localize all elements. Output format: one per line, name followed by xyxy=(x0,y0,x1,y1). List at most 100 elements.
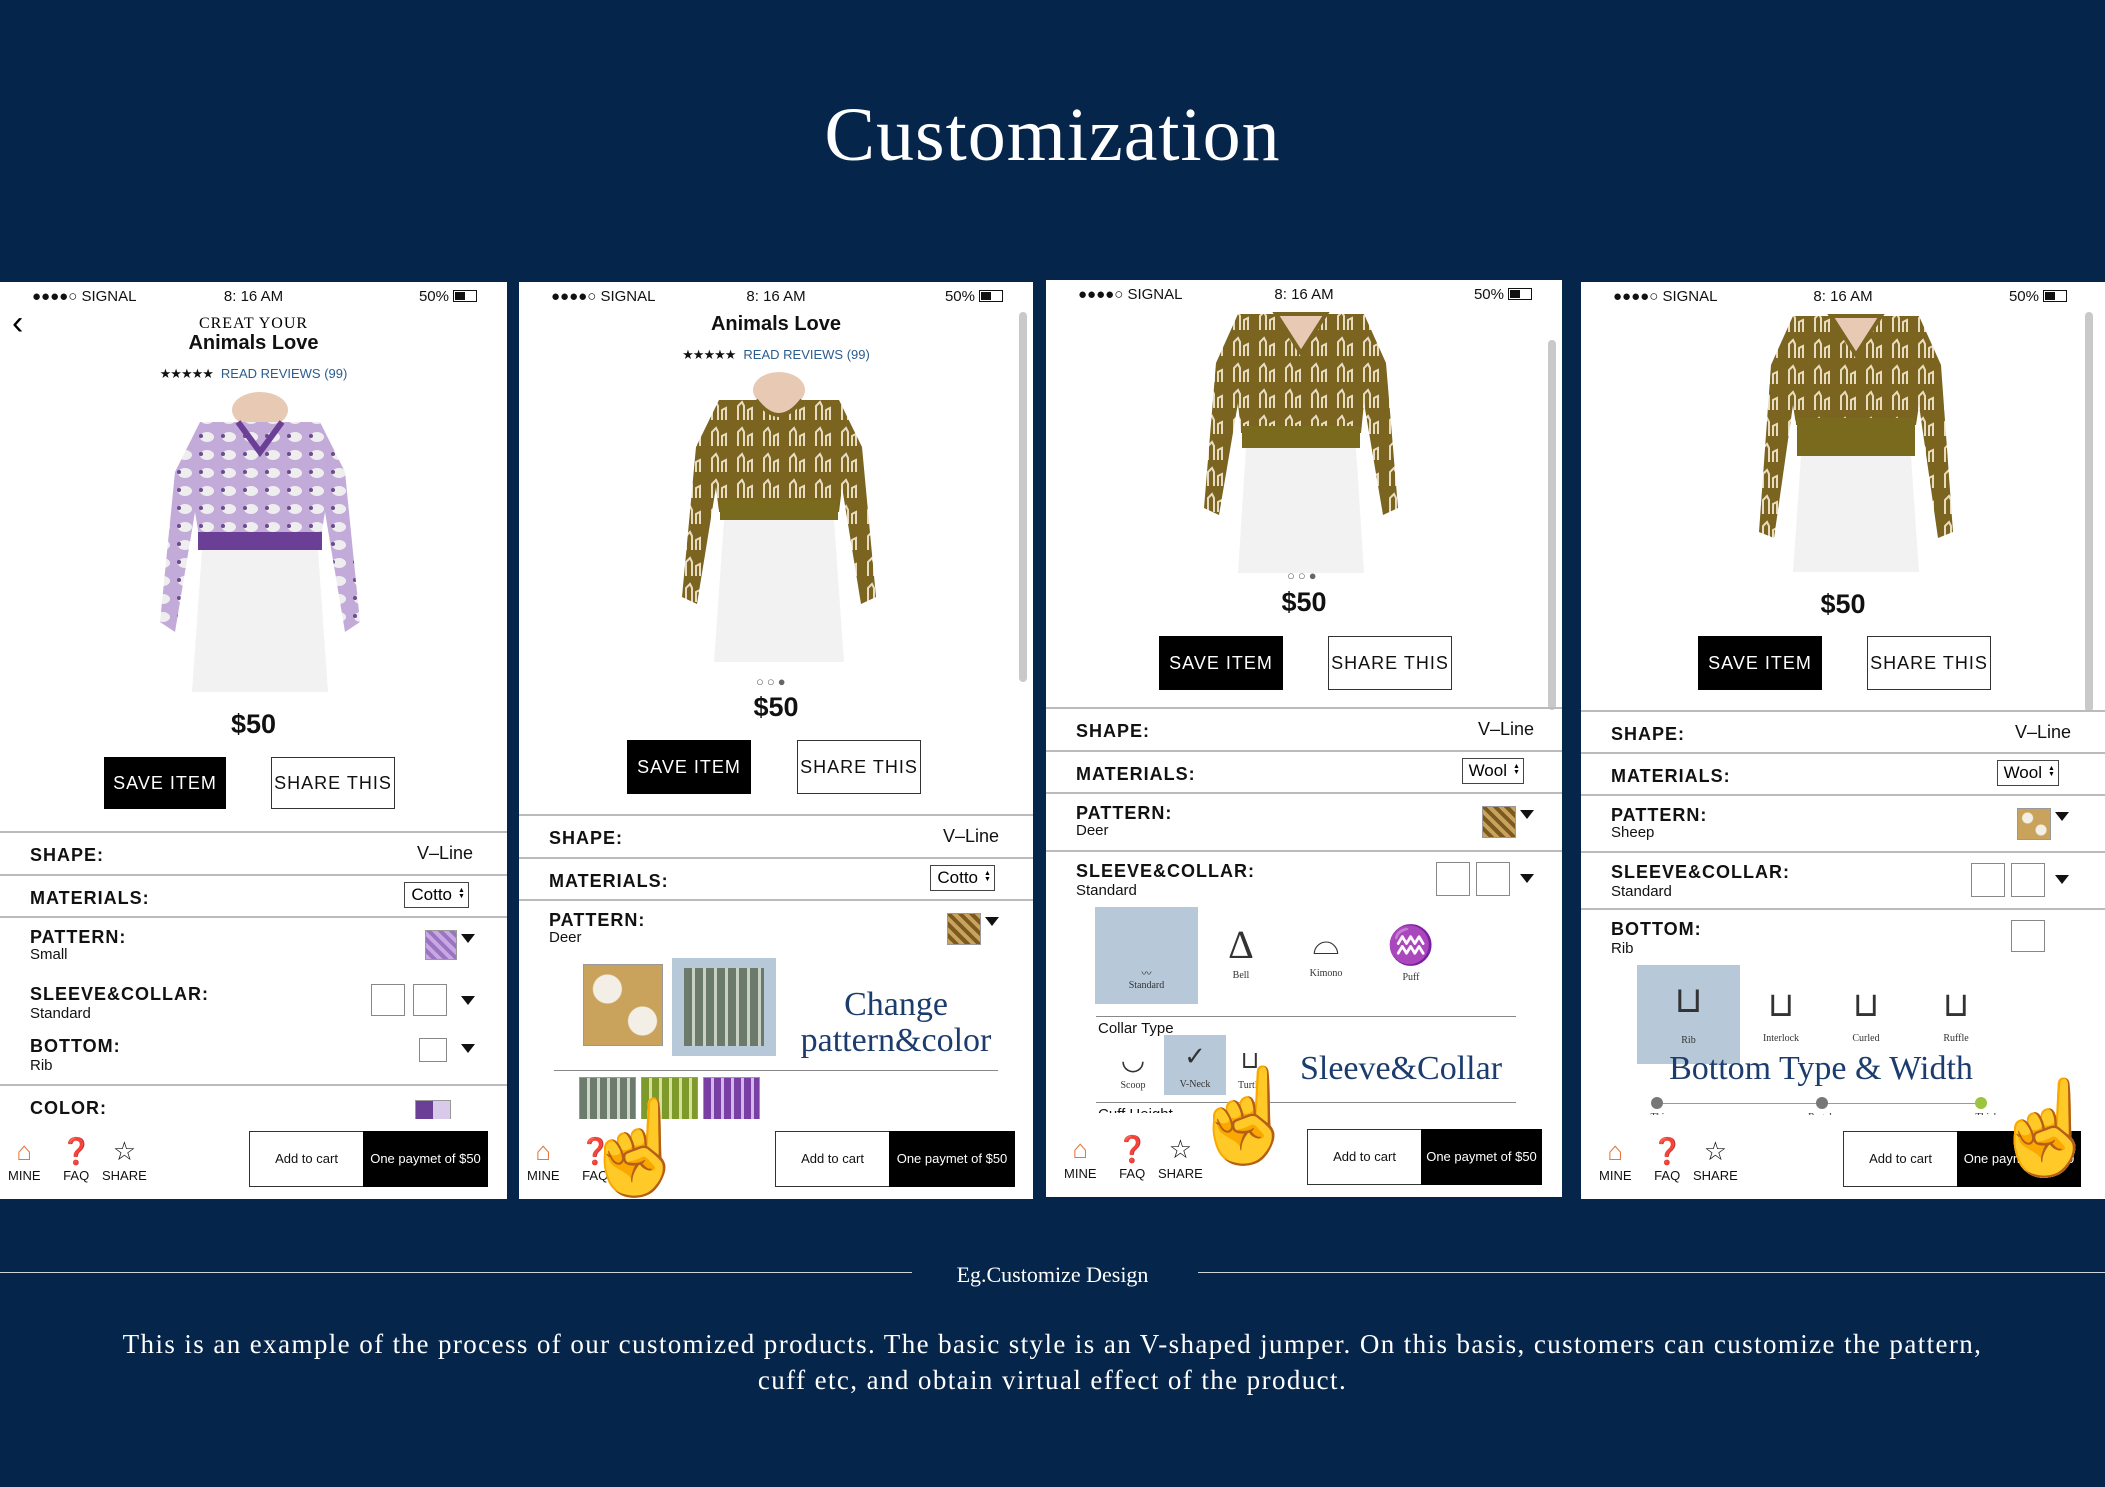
nav-faq[interactable]: ❓ FAQ xyxy=(60,1137,92,1183)
collar-thumb[interactable] xyxy=(413,984,447,1016)
slider-stop-thick-selected[interactable] xyxy=(1975,1097,1987,1109)
materials-label: MATERIALS: xyxy=(30,888,150,908)
bottom-row: BOTTOM: Rib xyxy=(1581,908,2105,957)
question-icon: ❓ xyxy=(1651,1136,1684,1166)
bottom-option-curled[interactable]: ⊔ Curled xyxy=(1831,979,1901,1044)
sleeve-option-kimono[interactable]: ⌓ Kimono xyxy=(1286,920,1366,979)
carousel-dots[interactable]: ○○● xyxy=(756,674,789,689)
dropdown-caret-icon[interactable] xyxy=(2055,812,2069,821)
save-item-button[interactable]: SAVE ITEM xyxy=(1698,636,1822,690)
sleeve-thumb[interactable] xyxy=(371,984,405,1016)
scrollbar[interactable] xyxy=(1019,312,1027,682)
shape-label: SHAPE: xyxy=(30,845,105,865)
pattern-option-deer-selected[interactable] xyxy=(672,958,776,1056)
bottom-option-interlock[interactable]: ⊔ Interlock xyxy=(1741,979,1821,1044)
width-slider[interactable] xyxy=(1651,1097,1987,1111)
slider-stop-regular[interactable] xyxy=(1816,1097,1828,1109)
reviews[interactable]: ★★★★★ READ REVIEWS (99) xyxy=(519,347,1033,363)
sleeve-option-standard-selected[interactable]: 〰 Standard xyxy=(1095,907,1198,1004)
one-payment-button[interactable]: One paymet of $50 xyxy=(363,1131,488,1187)
materials-select[interactable]: Cotto xyxy=(404,882,469,908)
add-to-cart-button[interactable]: Add to cart xyxy=(1307,1129,1422,1185)
add-to-cart-button[interactable]: Add to cart xyxy=(249,1131,364,1187)
materials-row: MATERIALS: Cotto xyxy=(519,857,1033,891)
add-to-cart-button[interactable]: Add to cart xyxy=(1843,1131,1958,1187)
phone-screen-2: ●●●●○ SIGNAL 8: 16 AM 50% Animals Love ★… xyxy=(519,282,1033,1199)
share-this-button[interactable]: SHARE THIS xyxy=(1328,636,1452,690)
nav-mine[interactable]: ⌂ MINE xyxy=(1599,1137,1632,1183)
nav-share[interactable]: ☆ SHARE xyxy=(102,1137,147,1183)
pattern-swatch[interactable] xyxy=(947,913,981,945)
share-this-button[interactable]: SHARE THIS xyxy=(1867,636,1991,690)
nav-faq[interactable]: ❓ FAQ xyxy=(1651,1137,1683,1183)
materials-label: MATERIALS: xyxy=(1076,764,1196,784)
dropdown-caret-icon[interactable] xyxy=(461,934,475,943)
nav-mine[interactable]: ⌂ MINE xyxy=(1064,1135,1097,1181)
collar-thumb[interactable] xyxy=(1476,862,1510,896)
sleeve-option-puff[interactable]: ♒ Puff xyxy=(1386,920,1436,983)
sleeve-collar-value: Standard xyxy=(1611,883,1672,900)
bottom-thumb[interactable] xyxy=(419,1038,447,1062)
bottom-option-ruffle[interactable]: ⊔ Ruffle xyxy=(1921,979,1991,1044)
sleeve-collar-value: Standard xyxy=(30,1005,91,1022)
shape-value[interactable]: V–Line xyxy=(943,826,999,847)
shape-value[interactable]: V–Line xyxy=(1478,719,1534,740)
one-payment-button[interactable]: One paymet of $50 xyxy=(1421,1129,1542,1185)
nav-faq[interactable]: ❓ FAQ xyxy=(1116,1135,1148,1181)
save-item-button[interactable]: SAVE ITEM xyxy=(1159,636,1283,690)
color-row: COLOR: xyxy=(0,1084,507,1124)
star-icon: ☆ xyxy=(1703,1136,1728,1166)
dropdown-caret-icon[interactable] xyxy=(1520,874,1534,883)
dropdown-caret-icon[interactable] xyxy=(985,917,999,926)
nav-mine[interactable]: ⌂ MINE xyxy=(527,1137,560,1183)
pattern-swatch[interactable] xyxy=(2017,808,2051,840)
shape-label: SHAPE: xyxy=(1076,721,1151,741)
reviews-link[interactable]: READ REVIEWS (99) xyxy=(743,347,869,362)
carousel-dots[interactable]: ○○● xyxy=(1287,568,1320,583)
slider-stop-thin[interactable] xyxy=(1651,1097,1663,1109)
shape-value[interactable]: V–Line xyxy=(2015,722,2071,743)
sleeve-thumb[interactable] xyxy=(1436,862,1470,896)
dropdown-caret-icon[interactable] xyxy=(2055,875,2069,884)
sleeve-collar-value: Standard xyxy=(1076,882,1137,899)
bottom-thumb[interactable] xyxy=(2011,920,2045,952)
dropdown-caret-icon[interactable] xyxy=(461,996,475,1005)
price: $50 xyxy=(1820,589,1866,619)
share-this-button[interactable]: SHARE THIS xyxy=(271,757,395,809)
page-title: Customization xyxy=(824,93,1281,177)
status-bar: ●●●●○ SIGNAL 8: 16 AM 50% xyxy=(519,282,1033,310)
sleeve-option-bell[interactable]: ∆ Bell xyxy=(1216,920,1266,981)
pattern-swatch[interactable] xyxy=(1482,806,1516,838)
save-item-button[interactable]: SAVE ITEM xyxy=(627,740,751,794)
save-item-button[interactable]: SAVE ITEM xyxy=(104,757,226,809)
collar-thumb[interactable] xyxy=(2011,863,2045,897)
pattern-swatch[interactable] xyxy=(425,930,457,960)
reviews-link[interactable]: READ REVIEWS (99) xyxy=(221,366,347,381)
scrollbar[interactable] xyxy=(1548,340,1556,710)
nav-share[interactable]: ☆ SHARE xyxy=(1693,1137,1738,1183)
nav-mine[interactable]: ⌂ MINE xyxy=(8,1137,41,1183)
one-payment-button[interactable]: One paymet of $50 xyxy=(889,1131,1015,1187)
collar-type-label: Collar Type xyxy=(1098,1020,1174,1037)
collar-option-scoop[interactable]: ◡ Scoop xyxy=(1110,1042,1156,1091)
reviews[interactable]: ★★★★★ READ REVIEWS (99) xyxy=(0,366,507,382)
divider xyxy=(554,1070,998,1071)
dropdown-caret-icon[interactable] xyxy=(1520,810,1534,819)
store-icon: ⌂ xyxy=(1607,1136,1624,1166)
battery-icon xyxy=(2043,290,2067,302)
sweater-model-image xyxy=(682,372,876,662)
scrollbar[interactable] xyxy=(2085,312,2093,712)
add-to-cart-button[interactable]: Add to cart xyxy=(775,1131,890,1187)
pattern-option-sheep[interactable] xyxy=(583,964,663,1046)
question-icon: ❓ xyxy=(1116,1134,1149,1164)
materials-select[interactable]: Wool xyxy=(1461,758,1524,784)
materials-select[interactable]: Wool xyxy=(1996,760,2059,786)
bottom-bar: ⌂ MINE ❓ FAQ ☆ SHARE Add to cart One paymet… xyxy=(1046,1113,1562,1197)
sleeve-thumb[interactable] xyxy=(1971,863,2005,897)
dropdown-caret-icon[interactable] xyxy=(461,1044,475,1053)
share-this-button[interactable]: SHARE THIS xyxy=(797,740,921,794)
battery-icon xyxy=(1508,288,1532,300)
price: $50 xyxy=(1281,587,1327,617)
materials-select[interactable]: Cotto xyxy=(930,865,995,891)
shape-value[interactable]: V–Line xyxy=(417,843,473,864)
